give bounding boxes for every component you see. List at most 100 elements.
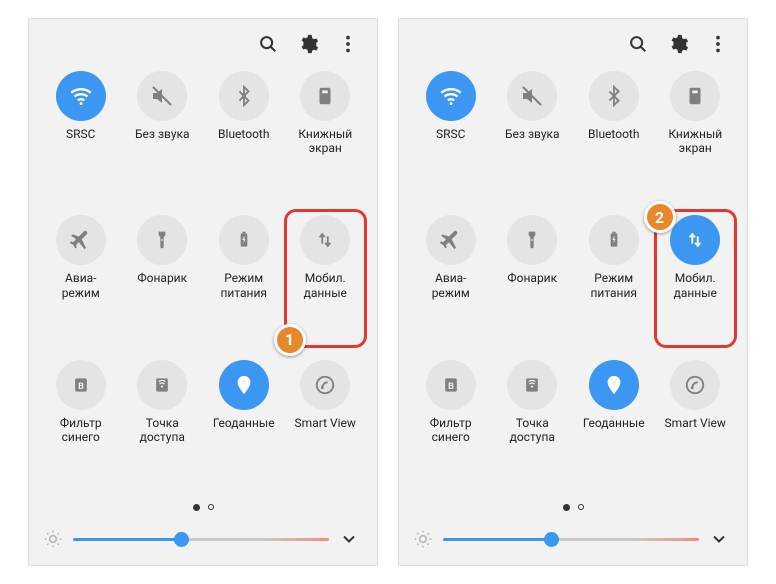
bluefilter-icon: B <box>426 360 476 410</box>
tile-label: Фильтр синего <box>60 416 102 445</box>
tile-label: Мобил. данные <box>304 271 347 300</box>
hotspot-icon <box>137 360 187 410</box>
mobiledata-icon <box>300 215 350 265</box>
mute-icon <box>137 71 187 121</box>
quick-settings-panel: SRSC Без звука Bluetooth Книжный экран Авиа-… <box>28 18 378 566</box>
flashlight-icon <box>137 215 187 265</box>
tile-flashlight[interactable]: Фонарик <box>495 215 571 341</box>
tiles-grid: SRSC Без звука Bluetooth Книжный экран Авиа-… <box>41 67 365 490</box>
book-icon <box>670 71 720 121</box>
flashlight-icon <box>507 215 557 265</box>
tile-mute[interactable]: Без звука <box>495 71 571 197</box>
tile-location[interactable]: Геоданные <box>576 360 652 486</box>
sun-icon <box>43 529 63 549</box>
tile-wifi[interactable]: SRSC <box>43 71 119 197</box>
book-icon <box>300 71 350 121</box>
page-dot-active <box>563 504 570 511</box>
tile-label: SRSC <box>436 127 465 141</box>
tile-label: SRSC <box>66 127 95 141</box>
page-indicator <box>411 490 735 525</box>
slider-thumb[interactable] <box>174 532 189 547</box>
callout-badge: 2 <box>644 201 676 233</box>
tile-mute[interactable]: Без звука <box>125 71 201 197</box>
topbar <box>411 27 735 67</box>
settings-icon[interactable] <box>297 33 319 55</box>
tile-power[interactable]: Режим питания <box>576 215 652 341</box>
location-icon <box>589 360 639 410</box>
svg-text:B: B <box>78 382 84 392</box>
tile-label: Режим питания <box>221 271 268 300</box>
tile-hotspot[interactable]: Точка доступа <box>125 360 201 486</box>
smartview-icon <box>670 360 720 410</box>
airplane-icon <box>426 215 476 265</box>
brightness-row <box>411 525 735 553</box>
tile-label: Геоданные <box>583 416 645 430</box>
smartview-icon <box>300 360 350 410</box>
tile-label: Авиа- режим <box>432 271 470 300</box>
search-icon[interactable] <box>627 33 649 55</box>
quick-settings-panel: SRSC Без звука Bluetooth Книжный экран Авиа-… <box>398 18 748 566</box>
tile-label: Режим питания <box>591 271 638 300</box>
tile-label: Bluetooth <box>218 127 269 141</box>
tile-label: Bluetooth <box>588 127 639 141</box>
topbar <box>41 27 365 67</box>
tile-hotspot[interactable]: Точка доступа <box>495 360 571 486</box>
tile-mobiledata[interactable]: Мобил. данные2 <box>658 215 734 341</box>
tile-label: Фонарик <box>507 271 557 285</box>
tile-book[interactable]: Книжный экран <box>288 71 364 197</box>
page-dot <box>578 504 584 510</box>
mobiledata-icon <box>670 215 720 265</box>
tile-label: Книжный экран <box>668 127 722 156</box>
svg-text:B: B <box>448 382 454 392</box>
tile-smartview[interactable]: Smart View <box>288 360 364 486</box>
tile-label: Геоданные <box>213 416 275 430</box>
brightness-slider[interactable] <box>73 529 329 549</box>
tile-bluefilter[interactable]: B Фильтр синего <box>43 360 119 486</box>
tile-bluefilter[interactable]: B Фильтр синего <box>413 360 489 486</box>
tile-label: Фильтр синего <box>430 416 472 445</box>
tile-label: Мобил. данные <box>674 271 717 300</box>
tile-airplane[interactable]: Авиа- режим <box>413 215 489 341</box>
tile-mobiledata[interactable]: Мобил. данные1 <box>288 215 364 341</box>
slider-thumb[interactable] <box>544 532 559 547</box>
page-dot-active <box>193 504 200 511</box>
more-icon[interactable] <box>337 33 359 55</box>
tile-label: Книжный экран <box>298 127 352 156</box>
power-icon <box>589 215 639 265</box>
power-icon <box>219 215 269 265</box>
wifi-icon <box>56 71 106 121</box>
bluetooth-icon <box>219 71 269 121</box>
tile-label: Фонарик <box>137 271 187 285</box>
page-indicator <box>41 490 365 525</box>
search-icon[interactable] <box>257 33 279 55</box>
page-dot <box>208 504 214 510</box>
tile-label: Без звука <box>135 127 190 141</box>
tile-label: Без звука <box>505 127 560 141</box>
tile-location[interactable]: Геоданные <box>206 360 282 486</box>
brightness-slider[interactable] <box>443 529 699 549</box>
tile-airplane[interactable]: Авиа- режим <box>43 215 119 341</box>
tile-label: Точка доступа <box>510 416 555 445</box>
tile-bluetooth[interactable]: Bluetooth <box>206 71 282 197</box>
chevron-down-icon[interactable] <box>339 529 359 549</box>
sun-icon <box>413 529 433 549</box>
more-icon[interactable] <box>707 33 729 55</box>
tile-wifi[interactable]: SRSC <box>413 71 489 197</box>
tile-label: Точка доступа <box>140 416 185 445</box>
tiles-grid: SRSC Без звука Bluetooth Книжный экран Авиа-… <box>411 67 735 490</box>
settings-icon[interactable] <box>667 33 689 55</box>
mute-icon <box>507 71 557 121</box>
bluetooth-icon <box>589 71 639 121</box>
tile-label: Smart View <box>295 416 356 430</box>
tile-smartview[interactable]: Smart View <box>658 360 734 486</box>
chevron-down-icon[interactable] <box>709 529 729 549</box>
tile-book[interactable]: Книжный экран <box>658 71 734 197</box>
location-icon <box>219 360 269 410</box>
tile-label: Авиа- режим <box>62 271 100 300</box>
hotspot-icon <box>507 360 557 410</box>
tile-flashlight[interactable]: Фонарик <box>125 215 201 341</box>
tile-power[interactable]: Режим питания <box>206 215 282 341</box>
bluefilter-icon: B <box>56 360 106 410</box>
tile-label: Smart View <box>665 416 726 430</box>
tile-bluetooth[interactable]: Bluetooth <box>576 71 652 197</box>
